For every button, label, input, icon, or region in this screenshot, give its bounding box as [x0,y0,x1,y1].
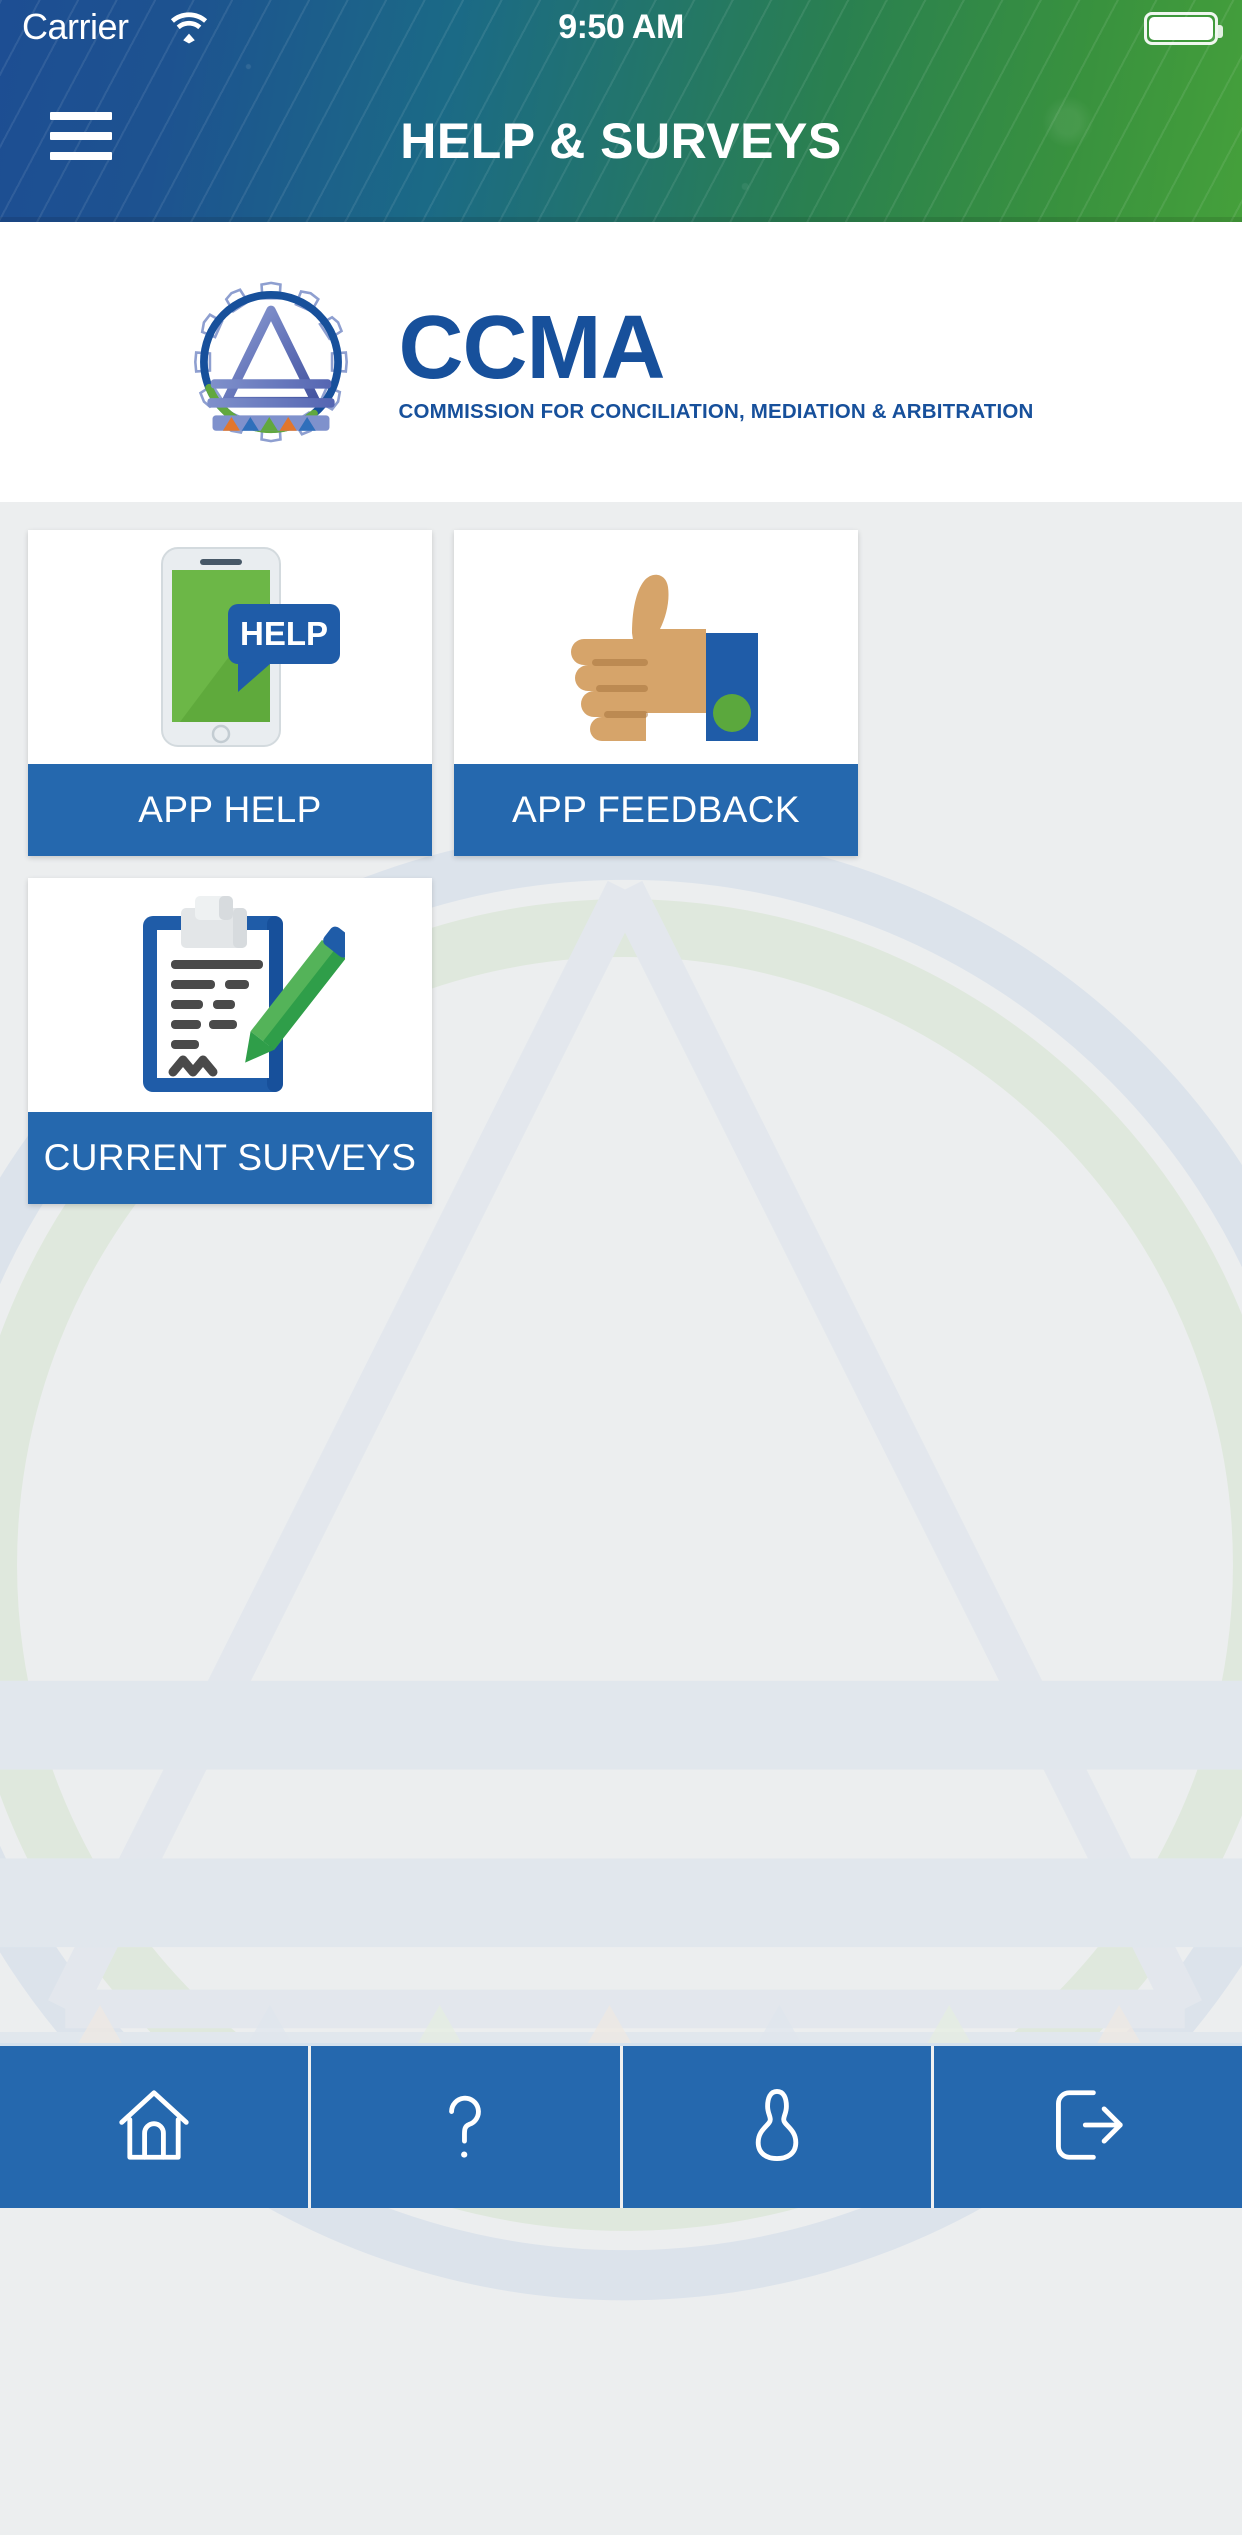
nav-home-button[interactable] [0,2046,309,2208]
brand-text: CCMA COMMISSION FOR CONCILIATION, MEDIAT… [399,300,1034,425]
question-mark-icon [422,2082,508,2173]
brand-wordmark: CCMA [398,297,666,398]
tile-app-help-label: APP HELP [28,764,432,856]
ccma-logo-icon [185,276,357,448]
status-bar: Carrier 9:50 AM [0,0,1242,58]
header-divider [0,217,1242,222]
brand-panel: CCMA COMMISSION FOR CONCILIATION, MEDIAT… [0,222,1242,502]
tile-app-feedback[interactable]: APP FEEDBACK [454,530,858,856]
home-icon [111,2082,197,2173]
nav-help-button[interactable] [308,2046,620,2208]
thumbs-up-icon [571,574,758,741]
bottom-nav [0,2043,1242,2208]
status-time: 9:50 AM [558,8,684,46]
brand-tagline: COMMISSION FOR CONCILIATION, MEDIATION &… [398,400,1034,424]
tile-app-feedback-label: APP FEEDBACK [454,764,858,856]
tile-grid: HELP APP HELP APP FEEDBACK CURRENT SURVE… [0,530,1242,1204]
tile-app-help[interactable]: HELP APP HELP [28,530,432,856]
tile-current-surveys[interactable]: CURRENT SURVEYS [28,878,432,1204]
nav-logout-button[interactable] [930,2046,1242,2208]
page-title: HELP & SURVEYS [400,113,842,169]
tile-current-surveys-art [28,878,432,1112]
phone-help-icon: HELP [161,547,340,747]
battery-full-icon [1144,12,1223,45]
clipboard-pen-icon [143,896,345,1092]
battery-fill [1149,17,1213,40]
tile-app-feedback-art [454,530,858,764]
user-icon [734,2082,820,2173]
tile-current-surveys-label: CURRENT SURVEYS [28,1112,432,1204]
brand-row: CCMA COMMISSION FOR CONCILIATION, MEDIAT… [185,276,1034,448]
logout-icon [1045,2082,1131,2173]
tile-app-help-art: HELP [28,530,432,764]
nav-profile-button[interactable] [619,2046,931,2208]
help-badge-text: HELP [240,615,328,652]
